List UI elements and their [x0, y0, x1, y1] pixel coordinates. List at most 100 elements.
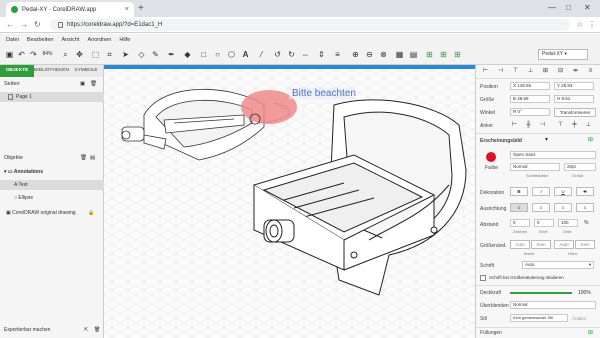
save-icon[interactable]: ▣ — [4, 49, 15, 60]
transform-button[interactable]: Transformieren — [554, 108, 596, 117]
rotate-right-icon[interactable]: ↻ — [286, 49, 297, 60]
menu-datei[interactable]: Datei — [6, 37, 19, 43]
trim-icon[interactable]: ⊖ — [364, 49, 375, 60]
pan-icon[interactable]: ✥ — [74, 49, 85, 60]
ungroup-icon[interactable]: ▤ — [408, 49, 419, 60]
underline-button[interactable]: U — [554, 187, 572, 196]
font-style-select[interactable]: Normal — [510, 163, 560, 171]
object-ellipse[interactable]: ○ Ellipse — [0, 193, 104, 203]
resize-height-auto[interactable]: Auto — [554, 240, 574, 249]
add-page-icon[interactable]: ▣ — [80, 81, 85, 87]
annotation-text[interactable]: Bitte beachten — [292, 88, 356, 99]
align-right-icon[interactable]: ⊤ — [511, 67, 520, 75]
url-input[interactable]: https://coreldraw.app/?d=E1dac1_H — [50, 19, 570, 31]
polygon-icon[interactable]: ⬡ — [226, 49, 237, 60]
lock-object-icon[interactable]: 🔒 — [88, 208, 94, 218]
select-icon[interactable]: ➤ — [120, 49, 131, 60]
annotation-ellipse[interactable] — [241, 90, 297, 124]
flip-vertical-icon[interactable]: ⇕ — [316, 49, 327, 60]
forward-icon[interactable]: → — [20, 20, 28, 29]
fill-icon[interactable]: ◆ — [182, 49, 193, 60]
tab-bibliotheken[interactable]: BIBLIOTHEKEN — [34, 65, 69, 77]
distribute-icon[interactable]: ⇹ — [571, 67, 580, 75]
document-selector[interactable]: Pedal-XY ▾ — [538, 49, 588, 60]
text-align-center-button[interactable]: ≡ — [532, 203, 550, 212]
close-window-icon[interactable]: ✕ — [584, 3, 591, 12]
new-tab-icon[interactable]: + — [138, 3, 144, 14]
anchor-middle-icon[interactable]: ╪ — [570, 121, 579, 129]
font-size-input[interactable]: 20pt — [564, 163, 596, 171]
shape-icon[interactable]: ◇ — [136, 49, 147, 60]
undo-icon[interactable]: ↶ — [16, 49, 27, 60]
object-annotations[interactable]: ▾ ▭ Annotations — [0, 167, 104, 177]
freehand-icon[interactable]: ✎ — [150, 49, 161, 60]
text-align-left-button[interactable]: ≡ — [510, 203, 528, 212]
size-w-input[interactable]: B 48.68 — [510, 95, 550, 103]
delete-page-icon[interactable]: 🗑 — [90, 81, 97, 87]
align-bottom-icon[interactable]: ⊟ — [556, 67, 565, 75]
ellipse-icon[interactable]: ○ — [212, 49, 223, 60]
anchor-left-icon[interactable]: ⊢ — [510, 121, 519, 129]
space-icon[interactable]: ≡ — [586, 67, 595, 75]
word-spacing-input[interactable]: 0 — [534, 219, 554, 227]
close-tab-icon[interactable]: × — [125, 6, 129, 13]
page-item[interactable]: Page 1 — [0, 92, 104, 102]
anchor-right-icon[interactable]: ⊣ — [538, 121, 547, 129]
font-auto-select[interactable]: Auto ▾ — [522, 261, 594, 269]
expand-icon[interactable]: ▾ — [4, 169, 7, 175]
tab-objekte[interactable]: OBJEKTE — [0, 65, 35, 77]
anchor-bottom-icon[interactable]: ⊥ — [584, 121, 593, 129]
export-label[interactable]: Exportierbar machen — [4, 327, 50, 333]
resize-height-none[interactable]: Kein — [575, 240, 595, 249]
add-fill-icon[interactable]: ⊞ — [586, 329, 595, 337]
intersect-icon[interactable]: ⊗ — [378, 49, 389, 60]
export-icon[interactable]: ⇱ — [84, 327, 88, 333]
object-original-drawing[interactable]: ▣ CorelDRAW original drawing 🔒 — [0, 208, 104, 218]
menu-anordnen[interactable]: Anordnen — [88, 37, 112, 43]
anchor-center-icon[interactable]: ╫ — [524, 121, 533, 129]
back-icon[interactable]: ← — [6, 20, 14, 29]
weld-icon[interactable]: ⊕ — [350, 49, 361, 60]
object-text[interactable]: A Text — [0, 180, 104, 190]
browser-menu-icon[interactable]: ⋮ — [588, 20, 596, 29]
bold-button[interactable]: B — [510, 187, 528, 196]
text-align-right-button[interactable]: ≡ — [554, 203, 572, 212]
text-align-justify-button[interactable]: ≡ — [576, 203, 594, 212]
zoom-level[interactable]: 84% — [42, 49, 53, 60]
node-icon[interactable]: ⬚ — [90, 49, 101, 60]
text-color-swatch[interactable] — [486, 152, 496, 162]
line-spacing-input[interactable]: 100 — [558, 219, 578, 227]
anchor-top-icon[interactable]: ⊤ — [556, 121, 565, 129]
drawing-canvas[interactable]: Bitte beachten — [104, 65, 475, 338]
eyedropper-icon[interactable]: ⁄ — [256, 49, 267, 60]
align-middle-icon[interactable]: ⊞ — [541, 67, 550, 75]
text-tool-icon[interactable]: A — [240, 49, 251, 60]
pen-icon[interactable]: ✒ — [166, 49, 177, 60]
opacity-slider-track[interactable] — [510, 292, 572, 294]
layer-add-icon[interactable]: ⊞ — [438, 49, 449, 60]
delete-object-icon[interactable]: 🗑 — [80, 155, 87, 161]
style-select[interactable]: Kein gemeinsamer Stil — [510, 314, 568, 322]
size-h-input[interactable]: H 9.61 — [554, 95, 594, 103]
rotate-left-icon[interactable]: ↺ — [272, 49, 283, 60]
align-icon[interactable]: ≡ — [332, 49, 343, 60]
appearance-add-icon[interactable]: ⊞ — [586, 136, 595, 144]
align-top-icon[interactable]: ⊥ — [526, 67, 535, 75]
redo-icon[interactable]: ↷ — [28, 49, 39, 60]
star-icon[interactable]: ☆ — [576, 20, 583, 29]
crop-icon[interactable]: ⌗ — [104, 49, 115, 60]
align-left-icon[interactable]: ⊢ — [481, 67, 490, 75]
pos-y-input[interactable]: Y 25.93 — [554, 82, 594, 90]
zoom-icon[interactable]: ⌕ — [60, 49, 71, 60]
minimize-icon[interactable]: — — [548, 3, 556, 12]
appearance-dropdown-icon[interactable]: ▾ — [542, 136, 551, 144]
pos-x-input[interactable]: X 149.55 — [510, 82, 550, 90]
resize-width-auto[interactable]: Auto — [510, 240, 530, 249]
overlay-select[interactable]: Normal — [510, 301, 596, 309]
delete-export-icon[interactable]: 🗑 — [94, 327, 100, 333]
maximize-icon[interactable]: □ — [566, 3, 571, 12]
browser-tab[interactable]: Pedal-XY - CorelDRAW.app × — [6, 2, 134, 17]
font-family-select[interactable]: Open Sans — [510, 151, 596, 159]
align-center-icon[interactable]: ⊣ — [496, 67, 505, 75]
tab-symbole[interactable]: SYMBOLE — [68, 65, 104, 77]
